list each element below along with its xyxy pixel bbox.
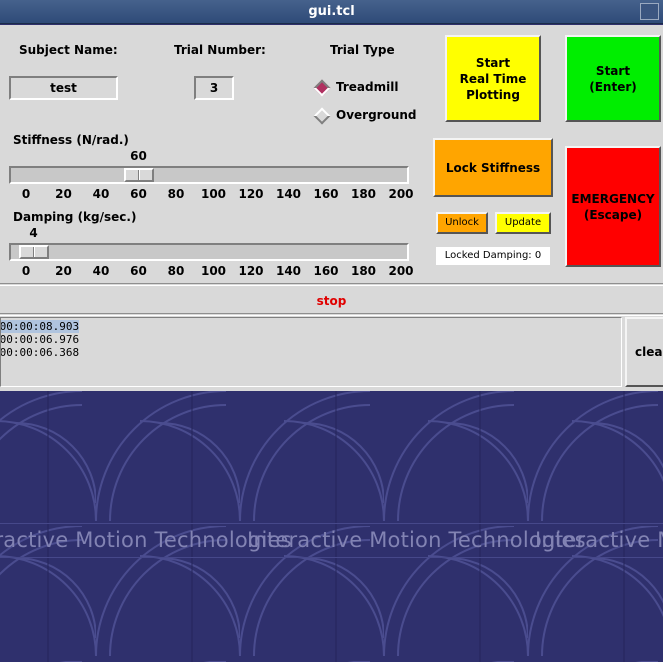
- scale-tick-label: 0: [21, 264, 31, 278]
- damping-label: Damping (kg/sec.): [13, 210, 137, 224]
- scale-tick-label: 160: [313, 264, 339, 278]
- scale-tick-label: 120: [238, 187, 264, 201]
- separator: [0, 283, 663, 286]
- scale-tick-label: 140: [275, 187, 302, 201]
- unlock-button[interactable]: Unlock: [436, 212, 488, 234]
- trial-type-label: Trial Type: [330, 43, 395, 57]
- damping-value: 4: [29, 226, 38, 240]
- desktop-pattern: [0, 391, 663, 662]
- separator: [0, 313, 663, 316]
- scale-tick-label: 180: [350, 187, 377, 201]
- scale-tick-label: 60: [130, 187, 147, 201]
- subject-name-input[interactable]: test: [9, 76, 118, 100]
- stiffness-scale: 0 20 40 60 80 100 120 140 160 180 200: [9, 187, 414, 201]
- damping-slider-thumb[interactable]: [18, 245, 49, 259]
- overground-label[interactable]: Overground: [336, 108, 417, 122]
- stiffness-slider[interactable]: [9, 166, 409, 184]
- trial-number-label: Trial Number:: [174, 43, 266, 57]
- scale-tick-label: 40: [92, 187, 110, 201]
- clear-button[interactable]: clear: [625, 317, 663, 387]
- start-button[interactable]: Start (Enter): [565, 35, 661, 122]
- scale-tick-label: 0: [21, 187, 31, 201]
- treadmill-radio[interactable]: [313, 79, 331, 97]
- scale-tick-label: 80: [167, 187, 185, 201]
- scale-tick-label: 200: [388, 187, 414, 201]
- scale-tick-label: 20: [55, 264, 72, 278]
- scale-tick-label: 40: [92, 264, 110, 278]
- scale-tick-label: 20: [55, 187, 72, 201]
- log-line: 000:00:06.976: [0, 333, 80, 346]
- desktop-background: Interactive Motion Technologies Interact…: [0, 391, 663, 662]
- brand-watermark: Interactive Motion Technologies: [535, 528, 663, 552]
- trial-number-input[interactable]: 3: [194, 76, 234, 100]
- overground-radio[interactable]: [313, 107, 331, 125]
- window-title: gui.tcl: [308, 4, 355, 19]
- locked-damping-label: Locked Damping: 0: [436, 247, 550, 265]
- emergency-button[interactable]: EMERGENCY (Escape): [565, 146, 661, 267]
- scale-tick-label: 100: [200, 187, 227, 201]
- log-line: 000:00:08.903: [1, 320, 80, 333]
- scale-tick-label: 140: [275, 264, 302, 278]
- window-titlebar[interactable]: gui.tcl: [0, 0, 663, 24]
- brand-band-line: [0, 557, 663, 558]
- subject-name-label: Subject Name:: [19, 43, 118, 57]
- update-button[interactable]: Update: [495, 212, 551, 234]
- damping-scale: 0 20 40 60 80 100 120 140 160 180 200: [9, 264, 414, 278]
- stiffness-label: Stiffness (N/rad.): [13, 133, 129, 147]
- scale-tick-label: 160: [313, 187, 339, 201]
- brand-band-line: [0, 523, 663, 524]
- start-plotting-button[interactable]: Start Real Time Plotting: [445, 35, 541, 122]
- scale-tick-label: 80: [167, 264, 185, 278]
- log-line: 000:00:06.368: [0, 346, 80, 359]
- stiffness-slider-thumb[interactable]: [123, 168, 154, 182]
- scale-tick-label: 120: [238, 264, 264, 278]
- log-text-area[interactable]: 000:00:08.903 000:00:06.976 000:00:06.36…: [0, 317, 622, 387]
- scale-tick-label: 60: [130, 264, 147, 278]
- lock-stiffness-button[interactable]: Lock Stiffness: [433, 138, 553, 197]
- scale-tick-label: 180: [350, 264, 377, 278]
- status-text: stop: [316, 294, 347, 308]
- window-close-button[interactable]: [640, 3, 659, 20]
- stiffness-value: 60: [130, 149, 147, 163]
- scale-tick-label: 100: [200, 264, 227, 278]
- treadmill-label[interactable]: Treadmill: [336, 80, 398, 94]
- app-window: Subject Name: test Trial Number: 3 Trial…: [0, 25, 663, 391]
- scale-tick-label: 200: [388, 264, 414, 278]
- damping-slider[interactable]: [9, 243, 409, 261]
